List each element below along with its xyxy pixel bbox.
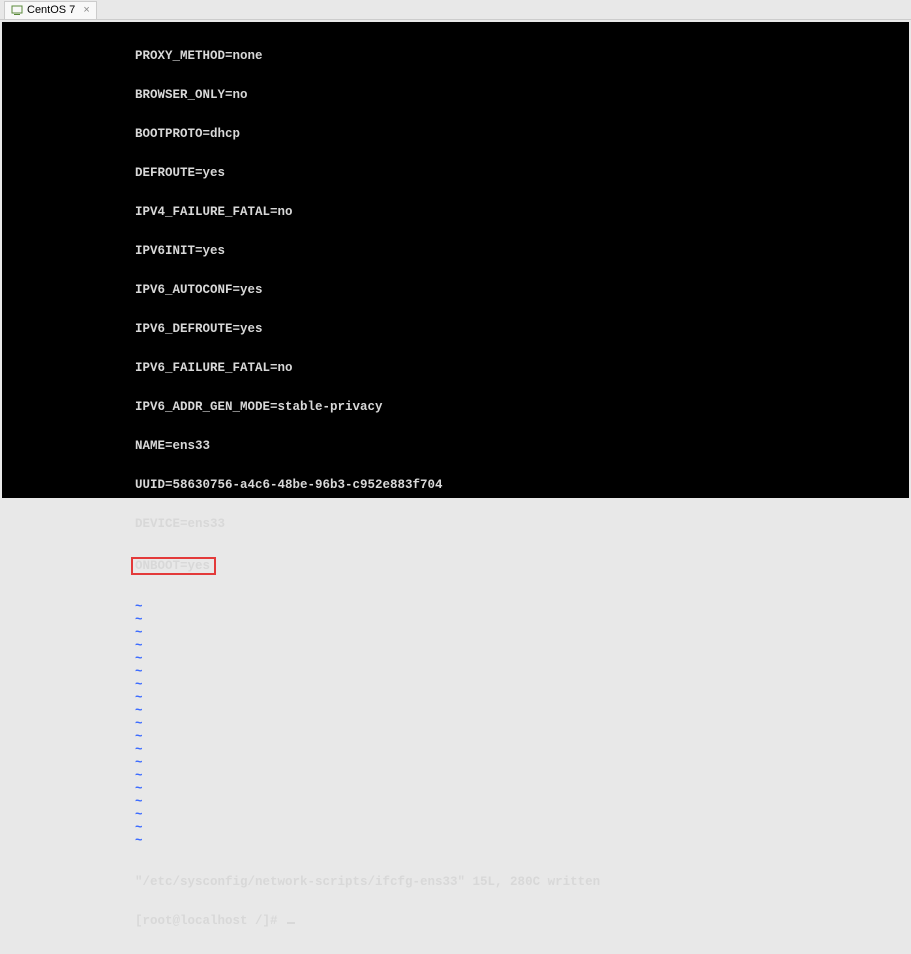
vi-tilde: ~ [2, 744, 909, 757]
cursor [287, 922, 295, 924]
shell-prompt: [root@localhost /]# [2, 915, 909, 928]
config-line: IPV6_AUTOCONF=yes [2, 284, 909, 297]
vi-tilde: ~ [2, 718, 909, 731]
vm-icon [11, 4, 23, 16]
tab-bar: CentOS 7 × [0, 0, 911, 20]
config-line: IPV6_ADDR_GEN_MODE=stable-privacy [2, 401, 909, 414]
vi-status-line: "/etc/sysconfig/network-scripts/ifcfg-en… [2, 876, 909, 889]
terminal-container: PROXY_METHOD=none BROWSER_ONLY=no BOOTPR… [0, 20, 911, 500]
tab-centos7[interactable]: CentOS 7 × [4, 1, 97, 19]
prompt-text: [root@localhost /]# [135, 914, 285, 928]
config-line: IPV6_DEFROUTE=yes [2, 323, 909, 336]
vi-tilde-block: ~~~~~~~~~~~~~~~~~~~ [2, 601, 909, 848]
vi-tilde: ~ [2, 731, 909, 744]
vi-tilde: ~ [2, 757, 909, 770]
config-line: IPV6INIT=yes [2, 245, 909, 258]
tab-label: CentOS 7 [27, 4, 75, 16]
config-line: IPV6_FAILURE_FATAL=no [2, 362, 909, 375]
config-line: DEFROUTE=yes [2, 167, 909, 180]
config-line: BROWSER_ONLY=no [2, 89, 909, 102]
vi-tilde: ~ [2, 666, 909, 679]
vi-tilde: ~ [2, 692, 909, 705]
vi-tilde: ~ [2, 783, 909, 796]
config-line-highlighted: ONBOOT=yes [2, 557, 909, 575]
terminal[interactable]: PROXY_METHOD=none BROWSER_ONLY=no BOOTPR… [2, 22, 909, 498]
highlight-box: ONBOOT=yes [131, 557, 216, 575]
vi-tilde: ~ [2, 770, 909, 783]
vi-tilde: ~ [2, 679, 909, 692]
vi-tilde: ~ [2, 835, 909, 848]
config-line: PROXY_METHOD=none [2, 50, 909, 63]
config-line: BOOTPROTO=dhcp [2, 128, 909, 141]
vi-tilde: ~ [2, 705, 909, 718]
vi-tilde: ~ [2, 809, 909, 822]
close-icon[interactable]: × [83, 4, 89, 16]
vi-tilde: ~ [2, 796, 909, 809]
config-line: NAME=ens33 [2, 440, 909, 453]
vi-tilde: ~ [2, 653, 909, 666]
config-line: DEVICE=ens33 [2, 518, 909, 531]
vi-tilde: ~ [2, 822, 909, 835]
vi-tilde: ~ [2, 627, 909, 640]
config-line: IPV4_FAILURE_FATAL=no [2, 206, 909, 219]
vi-tilde: ~ [2, 601, 909, 614]
config-line: UUID=58630756-a4c6-48be-96b3-c952e883f70… [2, 479, 909, 492]
vi-tilde: ~ [2, 640, 909, 653]
vi-tilde: ~ [2, 614, 909, 627]
